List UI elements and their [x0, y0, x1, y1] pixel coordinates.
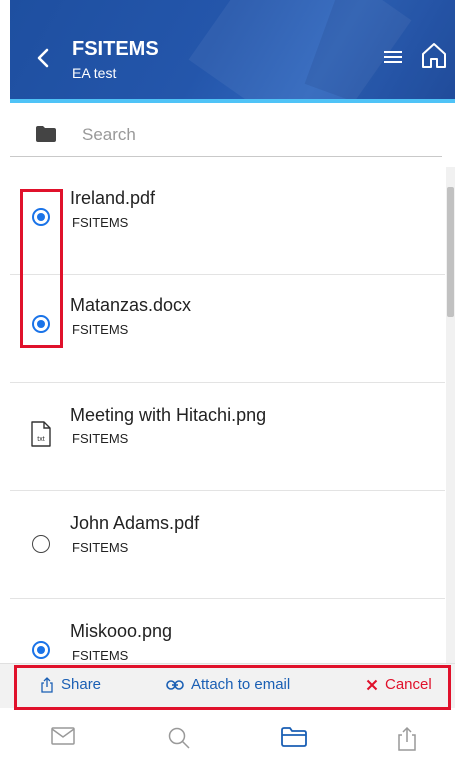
close-icon — [366, 679, 378, 690]
nav-share-button[interactable] — [396, 726, 426, 756]
folder-icon — [36, 126, 56, 142]
menu-icon — [384, 51, 402, 63]
list-item[interactable]: Miskooo.png FSITEMS — [10, 599, 445, 663]
search-input[interactable] — [82, 121, 422, 149]
radio-selected[interactable] — [32, 315, 50, 333]
share-icon — [41, 676, 53, 693]
search-icon — [168, 727, 190, 749]
file-source: FSITEMS — [72, 540, 129, 555]
file-name: Meeting with Hitachi.png — [70, 405, 267, 425]
txt-file-icon: txt — [31, 421, 51, 447]
file-name: Miskooo.png — [70, 621, 173, 641]
list-item[interactable]: John Adams.pdf FSITEMS — [10, 491, 445, 599]
back-button[interactable] — [32, 44, 54, 72]
file-source: FSITEMS — [72, 648, 129, 663]
home-icon — [422, 43, 446, 68]
list-item[interactable]: txt Meeting with Hitachi.png FSITEMS — [10, 383, 445, 491]
home-button[interactable] — [420, 40, 450, 74]
radio-selected[interactable] — [32, 641, 50, 659]
share-icon — [398, 726, 416, 751]
bottom-navigation — [0, 710, 455, 769]
radio-unselected[interactable] — [32, 535, 50, 553]
file-name: Ireland.pdf — [70, 188, 156, 208]
file-name: Matanzas.docx — [70, 295, 192, 315]
mail-icon — [51, 727, 75, 745]
file-list: Ireland.pdf FSITEMS Matanzas.docx FSITEM… — [10, 167, 445, 663]
page-subtitle: EA test — [72, 65, 117, 81]
search-bar — [10, 112, 442, 157]
attach-label: Attach to email — [191, 676, 291, 693]
cancel-label: Cancel — [385, 676, 432, 693]
file-name: John Adams.pdf — [70, 513, 200, 533]
folder-icon — [281, 727, 307, 747]
header-accent-line — [10, 99, 455, 103]
share-button[interactable]: Share — [40, 676, 101, 693]
list-item[interactable]: Ireland.pdf FSITEMS — [10, 167, 445, 275]
nav-search-button[interactable] — [167, 726, 197, 756]
menu-button[interactable] — [382, 46, 408, 72]
page-title: FSITEMS — [72, 38, 159, 60]
radio-selected[interactable] — [32, 208, 50, 226]
attach-to-email-button[interactable]: Attach to email — [166, 676, 290, 693]
list-item[interactable]: Matanzas.docx FSITEMS — [10, 275, 445, 383]
list-scrollbar[interactable] — [446, 167, 455, 663]
cancel-button[interactable]: Cancel — [366, 676, 432, 693]
selection-action-bar: Share Attach to email Cancel — [0, 663, 455, 708]
nav-mail-button[interactable] — [51, 726, 81, 756]
app-header: FSITEMS EA test — [10, 0, 455, 103]
scrollbar-thumb[interactable] — [447, 187, 454, 317]
nav-files-button[interactable] — [280, 726, 310, 756]
file-source: FSITEMS — [72, 322, 129, 337]
link-icon — [166, 679, 184, 690]
file-source: FSITEMS — [72, 215, 129, 230]
file-icon-text: txt — [37, 436, 44, 443]
chevron-left-icon — [37, 48, 49, 68]
share-label: Share — [61, 676, 102, 693]
file-source: FSITEMS — [72, 431, 129, 446]
